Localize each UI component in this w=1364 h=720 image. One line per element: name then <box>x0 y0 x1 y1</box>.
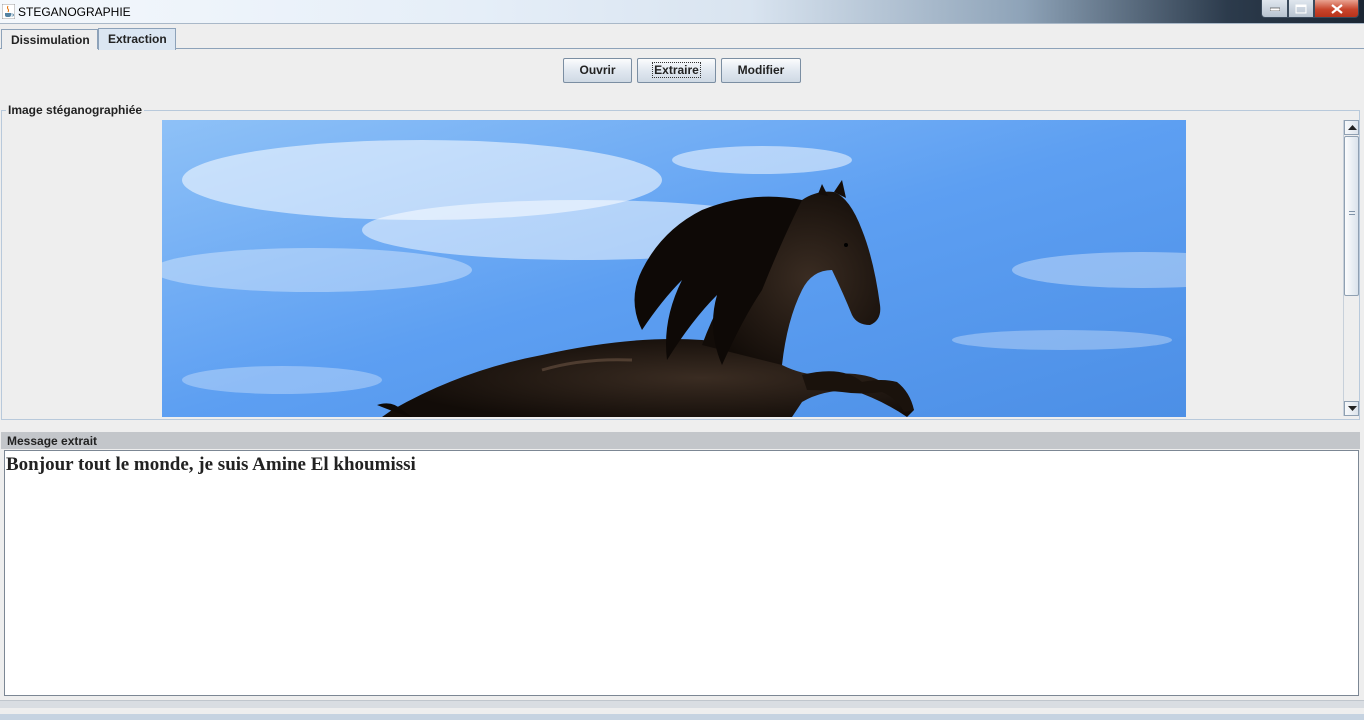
window-title: STEGANOGRAPHIE <box>18 5 131 19</box>
horse-photo <box>162 120 1186 417</box>
maximize-icon <box>1295 4 1307 13</box>
scroll-down-button[interactable] <box>1344 401 1359 416</box>
minimize-button[interactable] <box>1261 0 1288 18</box>
image-vertical-scrollbar[interactable] <box>1343 120 1359 416</box>
tab-extraction[interactable]: Extraction <box>98 28 176 50</box>
arrow-up-icon <box>1348 125 1357 130</box>
scroll-up-button[interactable] <box>1344 120 1359 135</box>
arrow-down-icon <box>1348 406 1357 411</box>
window-bottom-border <box>0 714 1364 720</box>
close-button[interactable] <box>1314 0 1359 18</box>
bottom-divider <box>0 700 1364 708</box>
extracted-message-textarea[interactable]: Bonjour tout le monde, je suis Amine El … <box>4 450 1359 696</box>
message-panel-title: Message extrait <box>7 434 98 448</box>
title-bar: STEGANOGRAPHIE <box>0 0 1364 24</box>
tab-dissimulation[interactable]: Dissimulation <box>1 29 98 49</box>
minimize-icon <box>1269 7 1280 11</box>
close-icon <box>1330 3 1343 14</box>
stego-image <box>162 120 1186 417</box>
stego-image-panel: Image stéganographiée <box>1 103 1360 420</box>
java-cup-icon <box>2 4 15 19</box>
extract-button-label: Extraire <box>652 62 701 78</box>
image-panel-title: Image stéganographiée <box>6 103 145 117</box>
modify-button[interactable]: Modifier <box>721 58 801 83</box>
message-panel-header: Message extrait <box>1 432 1360 449</box>
extract-button[interactable]: Extraire <box>637 58 716 83</box>
scroll-thumb[interactable] <box>1344 136 1359 296</box>
tab-strip: Dissimulation Extraction <box>0 27 1364 50</box>
extracted-message-text: Bonjour tout le monde, je suis Amine El … <box>6 454 416 475</box>
open-button[interactable]: Ouvrir <box>563 58 632 83</box>
grip-icon <box>1349 211 1355 218</box>
maximize-button[interactable] <box>1288 0 1314 18</box>
